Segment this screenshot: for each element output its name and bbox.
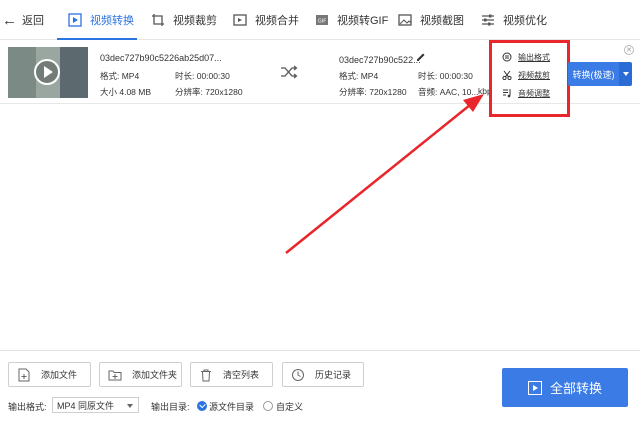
video-crop-icon (151, 13, 165, 27)
gif-icon: GIF (315, 13, 329, 27)
source-resolution: 分辨率: 720x1280 (175, 87, 243, 97)
tab-video-merge[interactable]: 视频合并 (233, 9, 299, 31)
tab-label: 视频转GIF (337, 15, 389, 27)
history-button[interactable]: 历史记录 (282, 362, 364, 387)
add-file-icon (17, 368, 31, 382)
source-duration: 时长: 00:00:30 (175, 71, 230, 81)
back-arrow-icon: ← (2, 11, 17, 29)
tab-video-crop[interactable]: 视频裁剪 (151, 9, 217, 31)
tab-label: 视频裁剪 (173, 15, 217, 27)
target-resolution: 分辨率: 720x1280 (339, 87, 407, 97)
tab-video-screenshot[interactable]: 视频截图 (398, 9, 464, 31)
button-label: 历史记录 (315, 370, 352, 380)
annotation-highlight-box (489, 40, 570, 117)
output-format-label: 输出格式: (8, 402, 47, 412)
remove-file-icon[interactable]: ✕ (624, 45, 634, 55)
add-file-button[interactable]: 添加文件 (8, 362, 91, 387)
target-format: 格式: MP4 (339, 71, 379, 81)
convert-all-label: 全部转换 (549, 381, 602, 396)
top-toolbar: ← 返回 视频转换 视频裁剪 视频合并 GIF 视频转GIF 视频截图 视频优化 (0, 0, 640, 40)
target-audio: 音频: AAC, 10... (418, 87, 479, 97)
tab-label: 视频转换 (90, 15, 134, 27)
add-folder-button[interactable]: 添加文件夹 (99, 362, 182, 387)
video-thumbnail[interactable] (8, 47, 88, 98)
svg-text:GIF: GIF (318, 19, 326, 25)
tab-label: 视频截图 (420, 15, 464, 27)
target-file-name: 03dec727b90c522... (339, 55, 421, 65)
button-label: 清空列表 (223, 370, 260, 380)
app-window: ← 返回 视频转换 视频裁剪 视频合并 GIF 视频转GIF 视频截图 视频优化… (0, 0, 640, 421)
source-file-name: 03dec727b90c5226ab25d07... (100, 53, 222, 63)
target-duration: 时长: 00:00:30 (418, 71, 473, 81)
play-icon[interactable] (34, 59, 60, 85)
tab-video-to-gif[interactable]: GIF 视频转GIF (315, 9, 388, 31)
convert-fast-button[interactable]: 转换(极速) (568, 62, 619, 86)
video-merge-icon (233, 13, 247, 27)
convert-dropdown-button[interactable] (619, 62, 632, 86)
convert-all-button[interactable]: 全部转换 (502, 368, 628, 407)
edit-name-icon[interactable] (415, 52, 426, 63)
custom-dir-label: 自定义 (276, 402, 304, 412)
source-dir-label: 源文件目录 (209, 402, 255, 412)
trash-icon (199, 368, 213, 382)
source-size: 大小 4.08 MB (100, 87, 152, 97)
output-dir-label: 输出目录: (151, 402, 190, 412)
output-format-select[interactable]: MP4 同原文件 (52, 397, 139, 413)
radio-source-dir[interactable] (197, 401, 207, 411)
active-tab-indicator (57, 38, 137, 40)
tab-video-optimize[interactable]: 视频优化 (481, 9, 547, 31)
tab-label: 视频优化 (503, 15, 547, 27)
video-convert-icon (68, 13, 82, 27)
back-button[interactable]: ← 返回 (2, 10, 44, 30)
history-icon (291, 368, 305, 382)
radio-custom-dir[interactable] (263, 401, 273, 411)
play-box-icon (527, 380, 542, 395)
back-label: 返回 (22, 15, 44, 27)
tab-label: 视频合并 (255, 15, 299, 27)
screenshot-icon (398, 13, 412, 27)
sliders-icon (481, 13, 495, 27)
tab-video-convert[interactable]: 视频转换 (68, 9, 134, 31)
button-label: 添加文件 (41, 370, 78, 380)
button-label: 添加文件夹 (132, 370, 178, 380)
bottom-toolbar: 添加文件 添加文件夹 清空列表 历史记录 输出格式: MP4 同原文件 输出目录… (0, 350, 640, 421)
source-format: 格式: MP4 (100, 71, 140, 81)
clear-list-button[interactable]: 清空列表 (190, 362, 273, 387)
add-folder-icon (108, 368, 122, 382)
shuffle-icon (281, 65, 298, 79)
